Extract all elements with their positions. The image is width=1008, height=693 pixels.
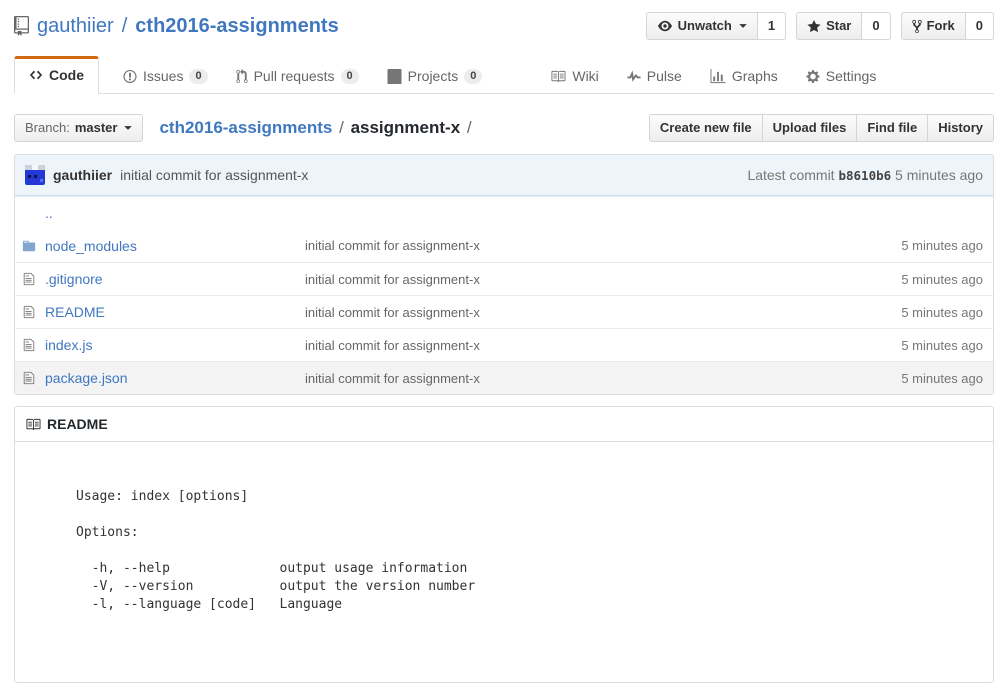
tab-wiki[interactable]: Wiki (536, 58, 612, 94)
readme-content: Usage: index [options] Options: -h, --he… (60, 472, 948, 630)
tab-pulse[interactable]: Pulse (613, 58, 696, 94)
table-row[interactable]: node_modules initial commit for assignme… (15, 229, 993, 262)
readme-title: README (47, 416, 108, 432)
caret-down-icon (739, 21, 747, 31)
table-row[interactable]: package.json initial commit for assignme… (15, 361, 993, 394)
book-icon (550, 69, 566, 84)
file-link[interactable]: .gitignore (45, 271, 305, 287)
file-link[interactable]: README (45, 304, 305, 320)
commit-message-link[interactable]: initial commit for assignment-x (120, 167, 308, 183)
table-row[interactable]: index.js initial commit for assignment-x… (15, 328, 993, 361)
up-directory-link[interactable]: .. (45, 205, 305, 221)
git-pull-request-icon (236, 69, 248, 84)
file-commit-message-link[interactable]: initial commit for assignment-x (305, 371, 480, 386)
file-age: 5 minutes ago (843, 371, 993, 386)
file-link[interactable]: index.js (45, 337, 305, 353)
graph-icon (710, 69, 726, 84)
file-icon (23, 338, 35, 352)
table-row[interactable]: .gitignore initial commit for assignment… (15, 262, 993, 295)
files-box: gauthiier initial commit for assignment-… (14, 154, 994, 395)
repo-icon (14, 16, 29, 36)
file-navigation: Branch: master cth2016-assignments / ass… (14, 114, 994, 142)
table-row[interactable]: README initial commit for assignment-x 5… (15, 295, 993, 328)
avatar[interactable] (25, 165, 45, 185)
commit-time: 5 minutes ago (895, 167, 983, 183)
commit-author-link[interactable]: gauthiier (53, 167, 112, 183)
tab-code[interactable]: Code (14, 56, 99, 94)
fork-icon (912, 19, 922, 34)
repo-actions: Unwatch 1 Star 0 (646, 12, 994, 40)
unwatch-button[interactable]: Unwatch (646, 12, 758, 40)
latest-commit-meta: Latest commit b8610b6 5 minutes ago (747, 167, 983, 183)
file-age: 5 minutes ago (843, 272, 993, 287)
latest-commit-bar: gauthiier initial commit for assignment-… (15, 155, 993, 196)
tab-graphs[interactable]: Graphs (696, 58, 792, 94)
readme-header: README (15, 407, 993, 442)
tab-issues[interactable]: Issues 0 (109, 58, 222, 94)
readme-body: Usage: index [options] Options: -h, --he… (15, 442, 993, 682)
eye-icon (657, 19, 673, 33)
tab-pull-requests[interactable]: Pull requests 0 (222, 58, 373, 94)
repo-nav: Code Issues 0 Pull requests 0 P (14, 56, 994, 94)
file-commit-message-link[interactable]: initial commit for assignment-x (305, 238, 480, 253)
commit-sha-link[interactable]: b8610b6 (838, 168, 891, 183)
breadcrumb-repo-link[interactable]: cth2016-assignments (159, 118, 332, 137)
gear-icon (806, 69, 820, 84)
file-age: 5 minutes ago (843, 305, 993, 320)
table-row-up: .. (15, 196, 993, 229)
repo-title: gauthiier / cth2016-assignments (14, 15, 339, 38)
repo-link[interactable]: cth2016-assignments (135, 15, 338, 38)
forks-count[interactable]: 0 (966, 12, 994, 40)
stars-count[interactable]: 0 (862, 12, 890, 40)
projects-count-badge: 0 (464, 69, 482, 84)
file-commit-message-link[interactable]: initial commit for assignment-x (305, 305, 480, 320)
readme-box: README Usage: index [options] Options: -… (14, 406, 994, 683)
issue-opened-icon (123, 69, 137, 84)
title-separator: / (122, 15, 128, 38)
tab-projects[interactable]: Projects 0 (373, 58, 497, 94)
book-icon (25, 417, 41, 432)
star-button[interactable]: Star (796, 12, 862, 40)
file-age: 5 minutes ago (843, 338, 993, 353)
history-button[interactable]: History (927, 114, 994, 142)
breadcrumb: cth2016-assignments / assignment-x / (159, 118, 473, 138)
caret-down-icon (124, 123, 132, 133)
file-icon (23, 305, 35, 319)
pulse-icon (627, 69, 641, 84)
project-icon (387, 69, 402, 84)
file-age: 5 minutes ago (843, 238, 993, 253)
watchers-count[interactable]: 1 (758, 12, 786, 40)
file-link[interactable]: node_modules (45, 238, 305, 254)
breadcrumb-current-dir: assignment-x (351, 118, 461, 137)
upload-files-button[interactable]: Upload files (762, 114, 857, 142)
branch-select-button[interactable]: Branch: master (14, 114, 143, 142)
code-icon (29, 68, 43, 82)
tab-settings[interactable]: Settings (792, 58, 891, 94)
file-action-buttons: Create new file Upload files Find file H… (649, 114, 994, 142)
pull-requests-count-badge: 0 (341, 69, 359, 84)
file-commit-message-link[interactable]: initial commit for assignment-x (305, 272, 480, 287)
star-icon (807, 19, 821, 34)
folder-icon (22, 239, 36, 253)
find-file-button[interactable]: Find file (856, 114, 927, 142)
file-link[interactable]: package.json (45, 370, 305, 386)
issues-count-badge: 0 (189, 69, 207, 84)
file-icon (23, 371, 35, 385)
create-new-file-button[interactable]: Create new file (649, 114, 762, 142)
fork-button[interactable]: Fork (901, 12, 966, 40)
page-header: gauthiier / cth2016-assignments Unwatch (14, 0, 994, 94)
file-icon (23, 272, 35, 286)
owner-link[interactable]: gauthiier (37, 15, 114, 38)
file-commit-message-link[interactable]: initial commit for assignment-x (305, 338, 480, 353)
